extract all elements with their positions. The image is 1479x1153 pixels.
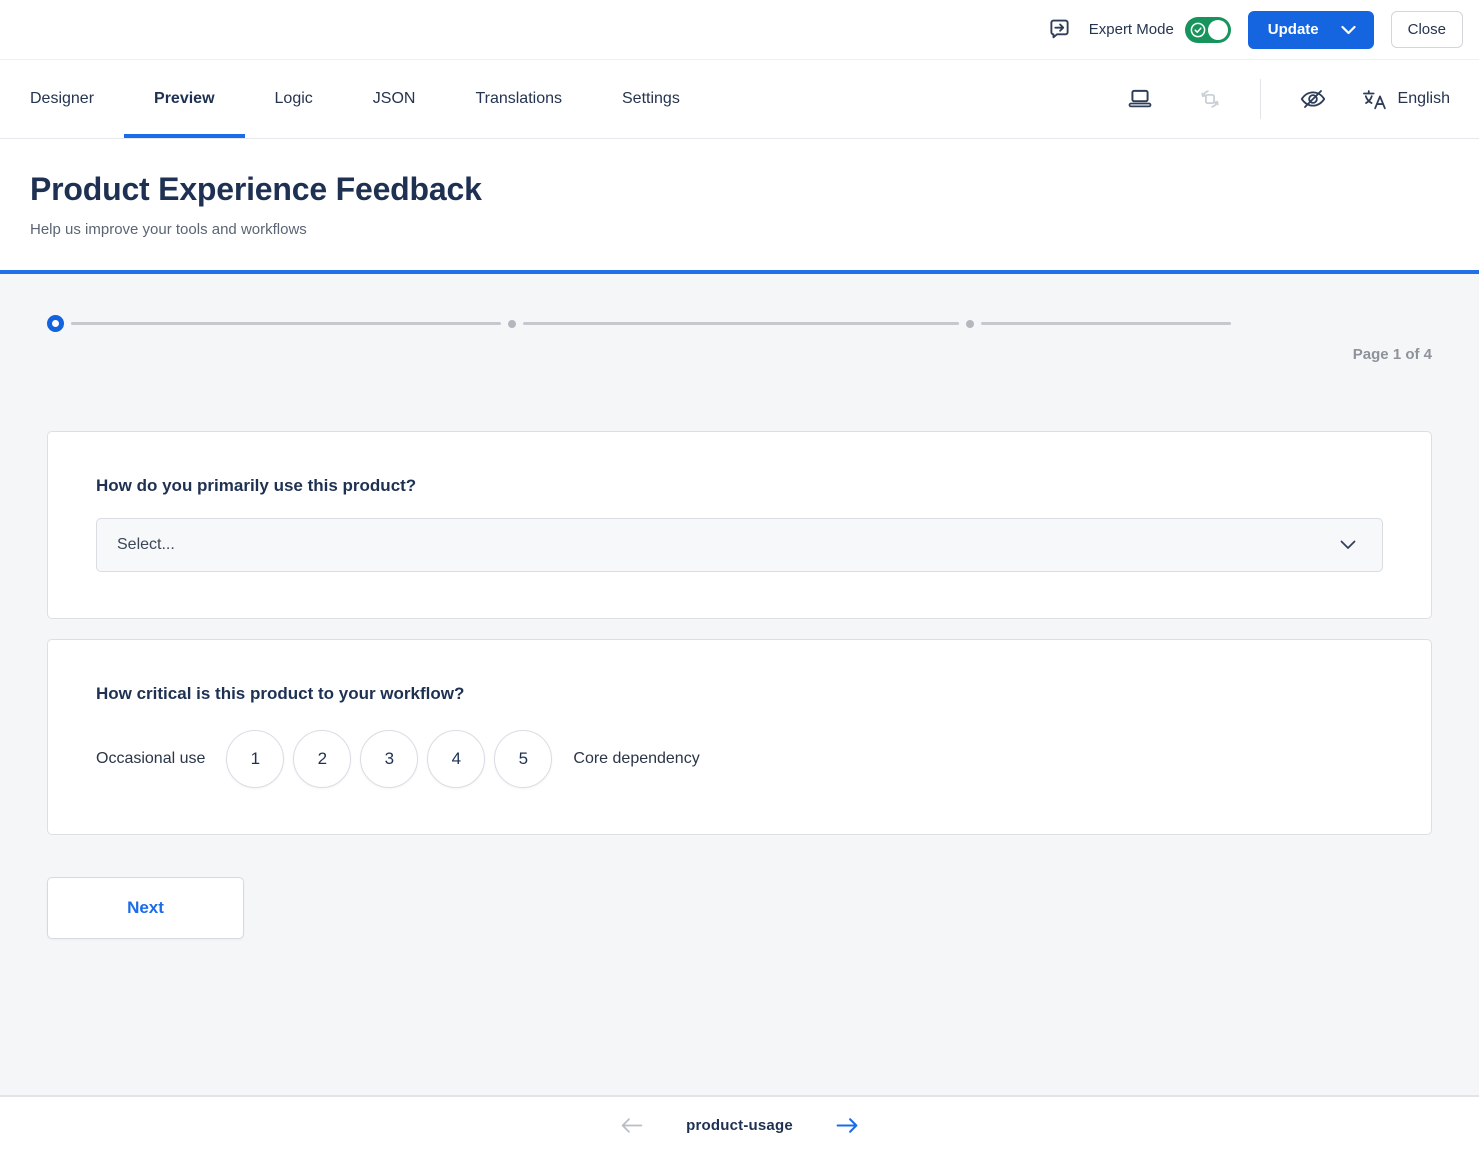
tab-settings[interactable]: Settings: [592, 60, 710, 138]
current-page-name: product-usage: [686, 1117, 793, 1134]
tab-label: JSON: [373, 90, 416, 108]
tab-label: Logic: [275, 90, 313, 108]
preview-area: Page 1 of 4 How do you primarily use thi…: [0, 274, 1479, 1095]
language-selector[interactable]: English: [1361, 87, 1450, 112]
feedback-bubble-icon[interactable]: [1047, 17, 1072, 42]
tab-translations[interactable]: Translations: [445, 60, 592, 138]
progress-bar: [47, 315, 1432, 332]
rotate-device-icon: [1186, 86, 1234, 112]
rating-option-4[interactable]: 4: [427, 730, 485, 788]
rating-option-5[interactable]: 5: [494, 730, 552, 788]
tab-json[interactable]: JSON: [343, 60, 446, 138]
next-page-arrow-icon[interactable]: [835, 1117, 860, 1134]
creator-tabbar: Designer Preview Logic JSON Translations…: [0, 60, 1479, 139]
chevron-down-icon: [1341, 25, 1356, 35]
survey-header: Product Experience Feedback Help us impr…: [0, 139, 1479, 270]
question-card-rating: How critical is this product to your wor…: [47, 639, 1432, 835]
preview-toolbar: English: [1116, 60, 1479, 138]
dropdown-placeholder: Select...: [117, 536, 175, 554]
update-button[interactable]: Update: [1248, 11, 1374, 49]
page-navigation: product-usage: [0, 1095, 1479, 1153]
rating-option-1[interactable]: 1: [226, 730, 284, 788]
survey-title: Product Experience Feedback: [30, 171, 1449, 208]
progress-dot: [508, 320, 516, 328]
tab-label: Preview: [154, 90, 214, 108]
hide-invisible-eye-off-icon[interactable]: [1287, 86, 1339, 112]
next-button[interactable]: Next: [47, 877, 244, 939]
toggle-knob: [1208, 20, 1228, 40]
question-title: How do you primarily use this product?: [96, 476, 1383, 496]
progress-dot: [966, 320, 974, 328]
page-indicator: Page 1 of 4: [47, 346, 1432, 363]
close-button[interactable]: Close: [1391, 11, 1463, 48]
rating-option-3[interactable]: 3: [360, 730, 418, 788]
topbar: Expert Mode Update Close: [0, 0, 1479, 60]
topbar-actions: Expert Mode Update Close: [1047, 11, 1463, 49]
toolbar-divider: [1260, 79, 1261, 119]
chevron-down-icon: [1340, 540, 1356, 550]
progress-segment: [981, 322, 1231, 325]
survey-creator-window: Expert Mode Update Close: [0, 0, 1479, 1153]
tab-logic[interactable]: Logic: [245, 60, 343, 138]
question-title: How critical is this product to your wor…: [96, 684, 1383, 704]
progress-current-node: [47, 315, 64, 332]
translate-icon: [1361, 87, 1388, 112]
language-label: English: [1398, 90, 1450, 108]
rating-scale: Occasional use 1 2 3 4 5 Core dependency: [96, 730, 1383, 788]
expert-mode-toggle[interactable]: [1185, 17, 1231, 43]
check-circle-icon: [1190, 22, 1206, 43]
rating-max-label: Core dependency: [573, 750, 699, 768]
expert-mode-label: Expert Mode: [1089, 21, 1174, 38]
tab-preview[interactable]: Preview: [124, 60, 244, 138]
survey-subtitle: Help us improve your tools and workflows: [30, 221, 1449, 238]
prev-page-arrow-icon: [619, 1117, 644, 1134]
rating-options: 1 2 3 4 5: [226, 730, 552, 788]
tab-label: Translations: [475, 90, 562, 108]
product-use-dropdown[interactable]: Select...: [96, 518, 1383, 572]
device-desktop-icon[interactable]: [1116, 86, 1164, 112]
progress-segment: [523, 322, 959, 325]
progress-segment: [71, 322, 501, 325]
tab-label: Designer: [30, 90, 94, 108]
tab-label: Settings: [622, 90, 680, 108]
creator-tabs: Designer Preview Logic JSON Translations…: [0, 60, 710, 138]
update-button-label: Update: [1268, 21, 1319, 38]
expert-mode-control: Expert Mode: [1089, 17, 1231, 43]
rating-min-label: Occasional use: [96, 750, 205, 768]
tab-designer[interactable]: Designer: [0, 60, 124, 138]
question-card-dropdown: How do you primarily use this product? S…: [47, 431, 1432, 619]
rating-option-2[interactable]: 2: [293, 730, 351, 788]
